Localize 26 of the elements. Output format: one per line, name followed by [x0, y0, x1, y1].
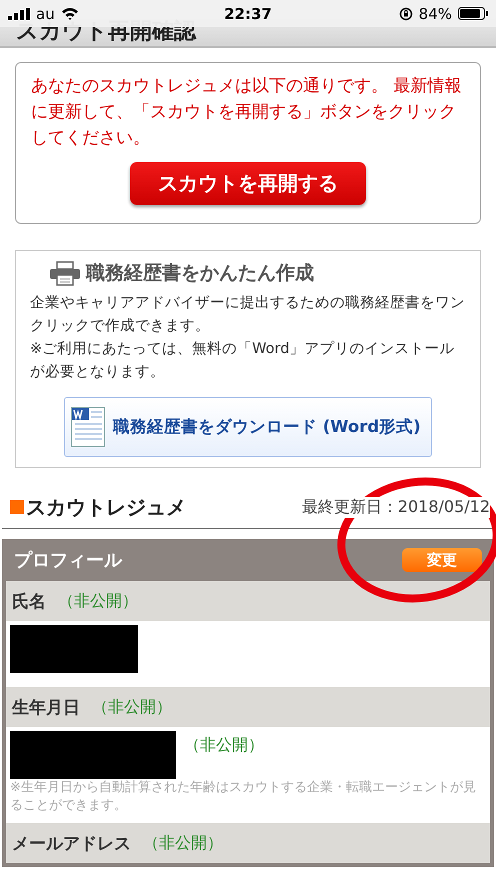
profile-title: プロフィール — [14, 549, 122, 572]
visibility-label: （非公開） — [92, 696, 172, 718]
cv-note: ※ご利用にあたっては、無料の「Word」アプリのインストールが必要となります。 — [30, 340, 456, 382]
cv-card-title: 職務経歴書をかんたん作成 — [86, 261, 314, 286]
field-note: ※生年月日から自動計算された年齢はスカウトする企業・転職エージェントが見ることができます。 — [10, 779, 477, 815]
download-word-button[interactable]: 職務経歴書をダウンロード (Word形式) — [64, 397, 432, 457]
signal-icon — [8, 8, 30, 20]
section-marker-icon — [10, 500, 24, 514]
document-icon — [71, 407, 105, 447]
battery-icon — [458, 7, 488, 20]
battery-percent: 84% — [418, 4, 452, 22]
resume-scout-button[interactable]: スカウトを再開する — [130, 162, 366, 205]
section-title: スカウトレジュメ — [26, 494, 186, 520]
last-updated: 最終更新日：2018/05/12 — [302, 496, 490, 518]
rotation-lock-icon — [398, 6, 413, 20]
field-label: メールアドレス — [12, 832, 131, 854]
notice-message: あなたのスカウトレジュメは以下の通りです。 最新情報に更新して、「スカウトを再開する」ボタンをクリックしてください。 — [31, 75, 462, 150]
visibility-label: （非公開） — [184, 735, 264, 756]
clock: 22:37 — [224, 4, 272, 22]
cv-description: 企業やキャリアアドバイザーに提出するための職務経歴書をワンクリックで作成できます。 — [30, 294, 466, 336]
field-label: 生年月日 — [12, 696, 80, 718]
field-label: 氏名 — [12, 590, 46, 612]
visibility-label: （非公開） — [58, 590, 138, 612]
visibility-label: （非公開） — [143, 832, 223, 854]
printer-icon — [50, 260, 80, 286]
wifi-icon — [60, 7, 79, 20]
